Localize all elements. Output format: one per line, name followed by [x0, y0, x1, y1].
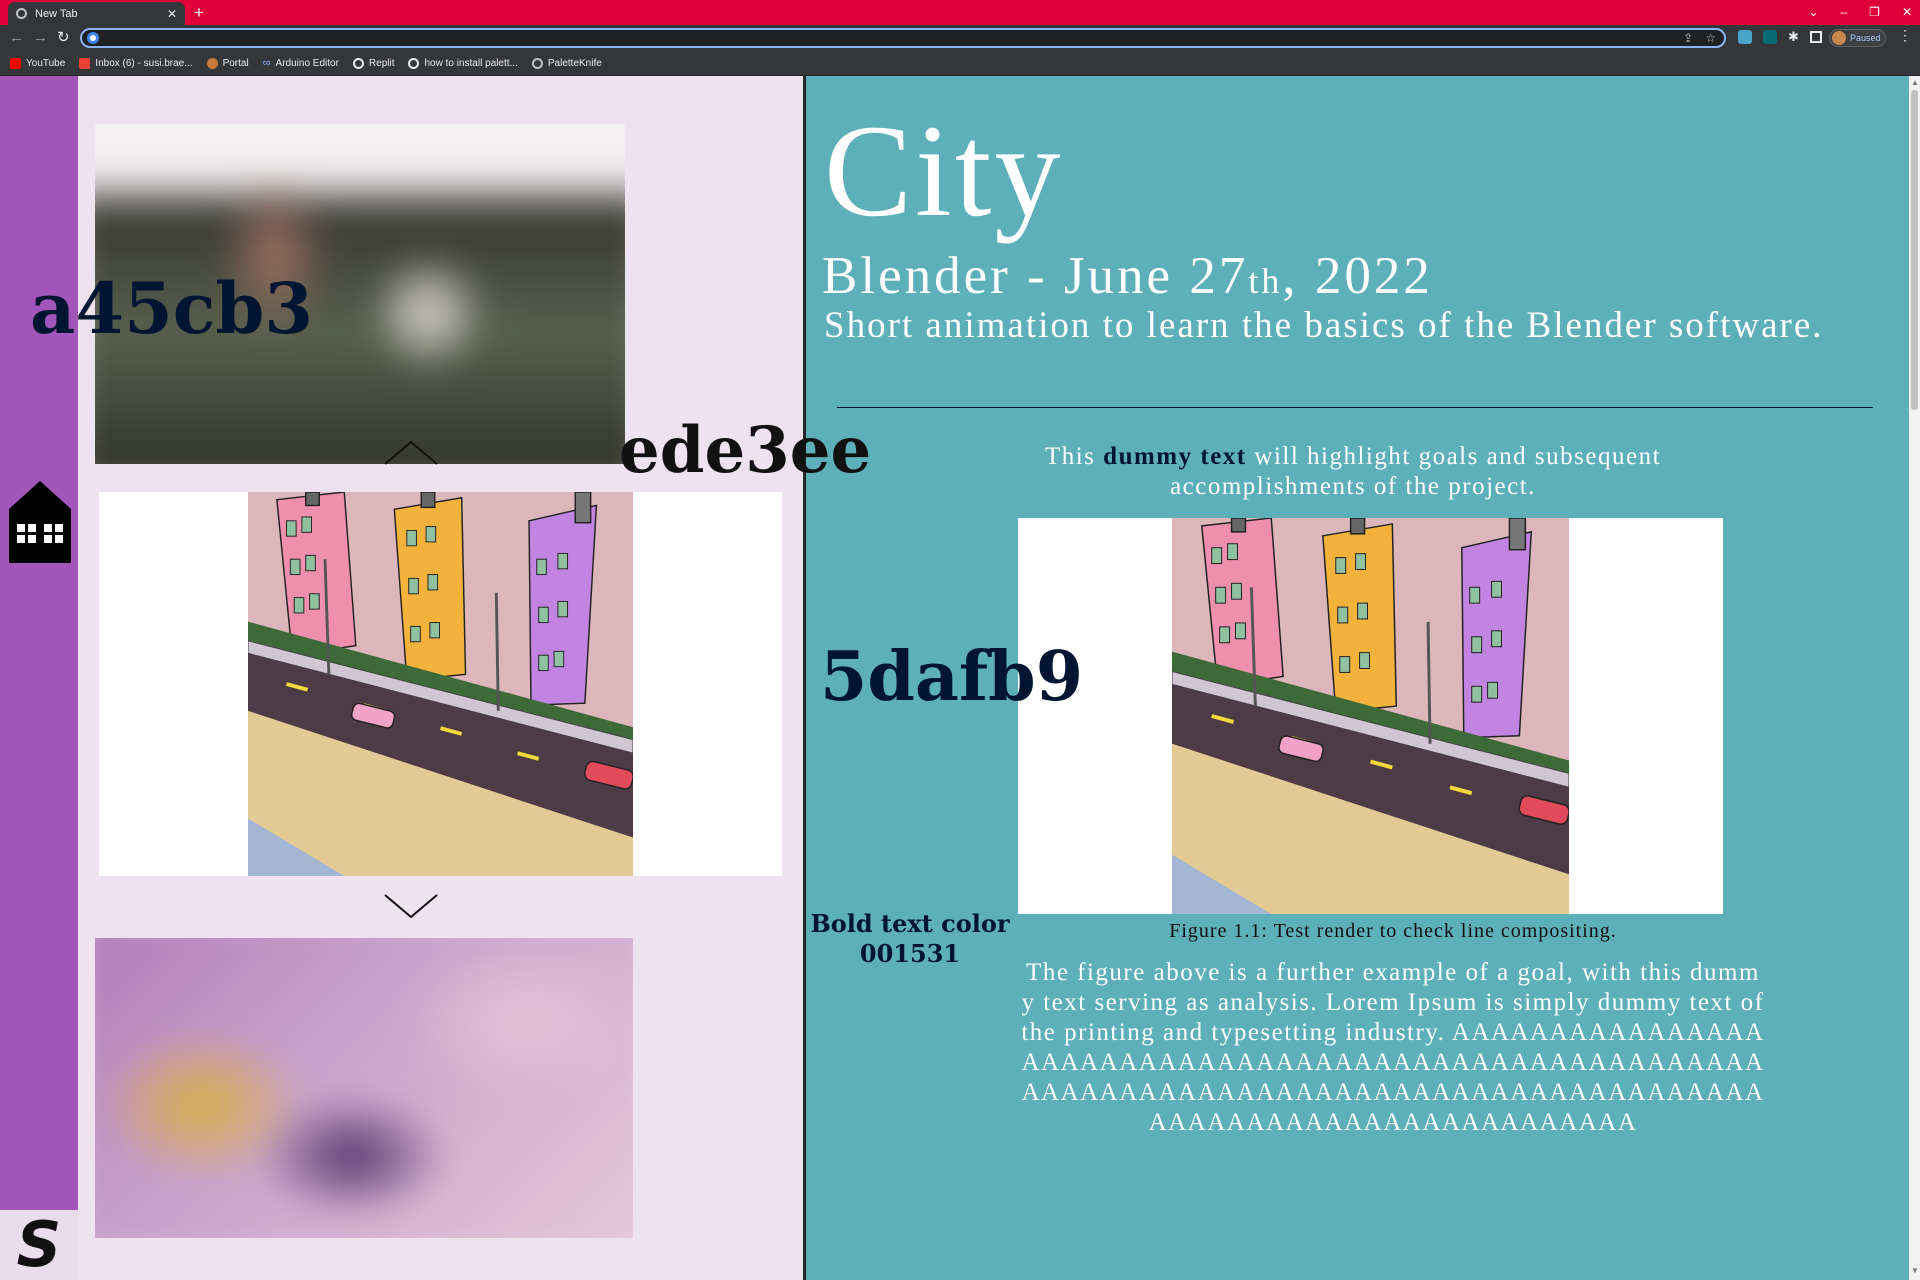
profile-button[interactable]: Paused — [1829, 29, 1886, 47]
bookmark-star-icon[interactable]: ☆ — [1705, 30, 1716, 46]
house-icon[interactable] — [7, 479, 73, 565]
sidebar: S — [0, 76, 78, 1280]
extensions-area: ✱ — [1738, 29, 1822, 45]
bookmarks-bar: YouTube Inbox (6) - susi.brae... Portal … — [0, 51, 1920, 76]
intro-text: This — [1044, 443, 1104, 470]
bookmark-label: how to install palett... — [424, 57, 518, 69]
globe-icon — [531, 57, 543, 69]
bookmark-gmail[interactable]: Inbox (6) - susi.brae... — [79, 57, 193, 69]
browser-menu-icon[interactable]: ⋮ — [1898, 27, 1912, 44]
address-input[interactable] — [106, 30, 1666, 46]
scroll-up-icon[interactable]: ▲ — [1911, 78, 1919, 87]
forward-icon[interactable]: → — [33, 28, 48, 48]
avatar — [1832, 31, 1846, 45]
google-icon — [408, 57, 420, 69]
profile-status: Paused — [1850, 33, 1881, 43]
bookmark-label: PaletteKnife — [547, 57, 602, 69]
bookmark-label: Replit — [368, 57, 395, 69]
close-window-button[interactable]: ✕ — [1902, 2, 1912, 22]
intro-bold-text: dummy text — [1103, 443, 1247, 470]
sidebar-color-label: a45cb3 — [30, 267, 314, 350]
gmail-icon — [79, 57, 91, 69]
tab-title: New Tab — [35, 7, 78, 20]
address-bar[interactable]: ⇪ ☆ — [80, 28, 1726, 48]
scrollbar[interactable]: ▲ ▼ — [1909, 76, 1920, 1280]
minimize-button[interactable]: – — [1840, 2, 1847, 22]
youtube-icon — [10, 57, 21, 69]
side-panel-icon[interactable] — [1809, 31, 1822, 43]
back-icon[interactable]: ← — [9, 28, 24, 48]
bookmark-google-search[interactable]: how to install palett... — [408, 57, 518, 69]
gallery-color-label: ede3ee — [619, 413, 872, 488]
extension-icon[interactable] — [1763, 30, 1777, 44]
infinity-icon: ∞ — [262, 57, 271, 69]
chrome-favicon-icon — [16, 8, 27, 19]
site-logo[interactable]: S — [0, 1210, 78, 1280]
bookmark-replit[interactable]: Replit — [352, 57, 395, 69]
scroll-down-icon[interactable]: ▼ — [1911, 1266, 1919, 1275]
share-icon[interactable]: ⇪ — [1683, 30, 1693, 46]
scrollbar-thumb[interactable] — [1911, 90, 1918, 410]
subtitle-year: , 2022 — [1282, 247, 1433, 305]
puzzle-icon[interactable]: ✱ — [1788, 29, 1799, 45]
figure-image — [1172, 518, 1569, 914]
new-tab-button[interactable]: + — [194, 3, 204, 23]
subtitle-suffix: th — [1248, 261, 1283, 301]
reload-icon[interactable]: ↻ — [57, 28, 70, 48]
bookmark-portal[interactable]: Portal — [206, 57, 249, 69]
bookmark-label: Arduino Editor — [275, 57, 339, 69]
city-illustration — [248, 492, 633, 876]
intro-paragraph: This dummy text will highlight goals and… — [968, 442, 1738, 502]
bookmark-youtube[interactable]: YouTube — [10, 57, 66, 69]
bookmark-label: Portal — [222, 57, 249, 69]
bookmark-paletteknife[interactable]: PaletteKnife — [531, 57, 602, 69]
city-illustration — [1172, 518, 1569, 914]
page-description: Short animation to learn the basics of t… — [824, 305, 1824, 346]
bold-note-value: 001531 — [859, 939, 961, 968]
chevron-down-icon[interactable] — [384, 894, 438, 918]
content-color-label: 5dafb9 — [820, 637, 1084, 717]
window-controls: ⌄ – ❐ ✕ — [1808, 2, 1912, 22]
bold-note-title: Bold text color — [810, 909, 1010, 938]
bookmark-label: YouTube — [26, 57, 66, 69]
bookmark-arduino[interactable]: ∞ Arduino Editor — [263, 57, 339, 69]
tab-search-icon[interactable]: ⌄ — [1808, 2, 1818, 22]
page-title: City — [824, 97, 1064, 244]
divider — [837, 407, 1873, 408]
close-tab-icon[interactable]: ✕ — [167, 7, 177, 21]
web-page: S City Blender - June 27th, 2022 Short a… — [0, 76, 1920, 1280]
extension-icon[interactable] — [1738, 30, 1752, 44]
analysis-paragraph: The figure above is a further example of… — [1021, 959, 1765, 1136]
subtitle-date: Blender - June 27 — [822, 247, 1249, 305]
google-icon — [87, 32, 99, 44]
portal-icon — [206, 57, 218, 69]
browser-tab-strip: New Tab ✕ + ⌄ – ❐ ✕ — [0, 0, 1920, 25]
bold-color-note: Bold text color 001531 — [800, 909, 1020, 969]
restore-button[interactable]: ❐ — [1869, 2, 1880, 22]
browser-toolbar: ← → ↻ ⇪ ☆ ✱ Paused — [0, 25, 1920, 51]
chevron-up-icon[interactable] — [384, 441, 438, 465]
figure-caption: Figure 1.1: Test render to check line co… — [1169, 920, 1617, 942]
next-image-thumbnail[interactable] — [95, 938, 633, 1238]
bookmark-label: Inbox (6) - susi.brae... — [95, 57, 193, 69]
browser-tab[interactable]: New Tab ✕ — [8, 2, 185, 25]
replit-icon — [352, 57, 364, 69]
city-render-image[interactable] — [248, 492, 633, 876]
